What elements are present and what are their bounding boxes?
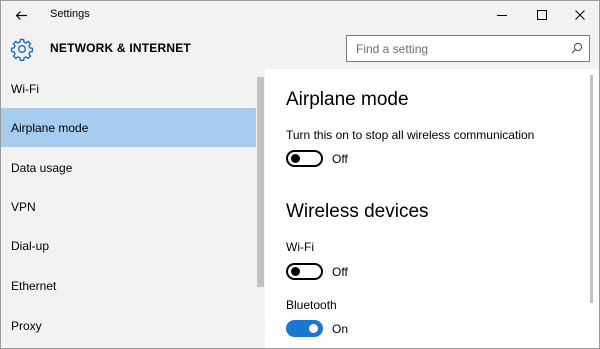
sidebar-item-dial-up[interactable]: Dial-up [1,226,256,265]
airplane-mode-heading: Airplane mode [286,89,409,110]
sidebar-item-wifi[interactable]: Wi-Fi [1,69,256,108]
gear-icon [10,38,34,61]
sidebar-item-label: Data usage [11,160,73,175]
page-title: NETWORK & INTERNET [50,41,191,55]
airplane-mode-toggle[interactable] [286,150,323,167]
minimize-icon [497,15,507,16]
airplane-mode-state: Off [332,152,348,166]
content-scrollbar[interactable] [590,75,593,303]
toggle-knob [291,154,300,163]
sidebar-item-data-usage[interactable]: Data usage [1,148,256,187]
settings-window: Settings NETWORK & INTERNET Find a setti… [0,0,600,349]
maximize-button[interactable] [524,1,560,29]
bluetooth-state: On [332,322,349,336]
wireless-devices-heading: Wireless devices [286,201,429,222]
main-content: Airplane mode Turn this on to stop all w… [265,69,599,348]
sidebar-item-label: Dial-up [11,238,50,253]
search-icon[interactable] [571,42,583,54]
sidebar-item-label: Wi-Fi [11,81,39,96]
sidebar-item-ethernet[interactable]: Ethernet [1,266,256,305]
sidebar-item-label: Ethernet [11,278,57,293]
sidebar-item-airplane-mode[interactable]: Airplane mode [1,108,256,147]
back-arrow-icon [15,10,27,20]
airplane-mode-description: Turn this on to stop all wireless commun… [286,128,535,142]
sidebar-item-label: VPN [11,199,36,214]
minimize-button[interactable] [484,1,520,29]
title-bar: Settings [1,1,599,29]
sidebar-item-label: Proxy [11,318,42,333]
toggle-knob [309,324,318,333]
maximize-icon [537,10,547,20]
close-button[interactable] [562,1,598,29]
bluetooth-toggle[interactable] [286,320,323,337]
wifi-toggle[interactable] [286,263,323,280]
toggle-knob [291,267,300,276]
window-title: Settings [50,8,90,20]
close-icon [575,10,585,20]
back-button[interactable] [7,3,35,27]
sidebar-nav: Wi-Fi Airplane mode Data usage VPN Dial-… [1,69,265,348]
sidebar-item-vpn[interactable]: VPN [1,187,256,226]
search-box[interactable] [346,35,590,62]
page-header: NETWORK & INTERNET [1,29,599,69]
sidebar-item-label: Airplane mode [11,120,89,135]
search-input[interactable] [347,36,562,61]
wifi-label: Wi-Fi [286,240,314,254]
sidebar-item-proxy[interactable]: Proxy [1,306,256,345]
sidebar-scrollbar[interactable] [257,77,264,287]
wifi-state: Off [332,265,348,279]
bluetooth-label: Bluetooth [286,298,337,312]
